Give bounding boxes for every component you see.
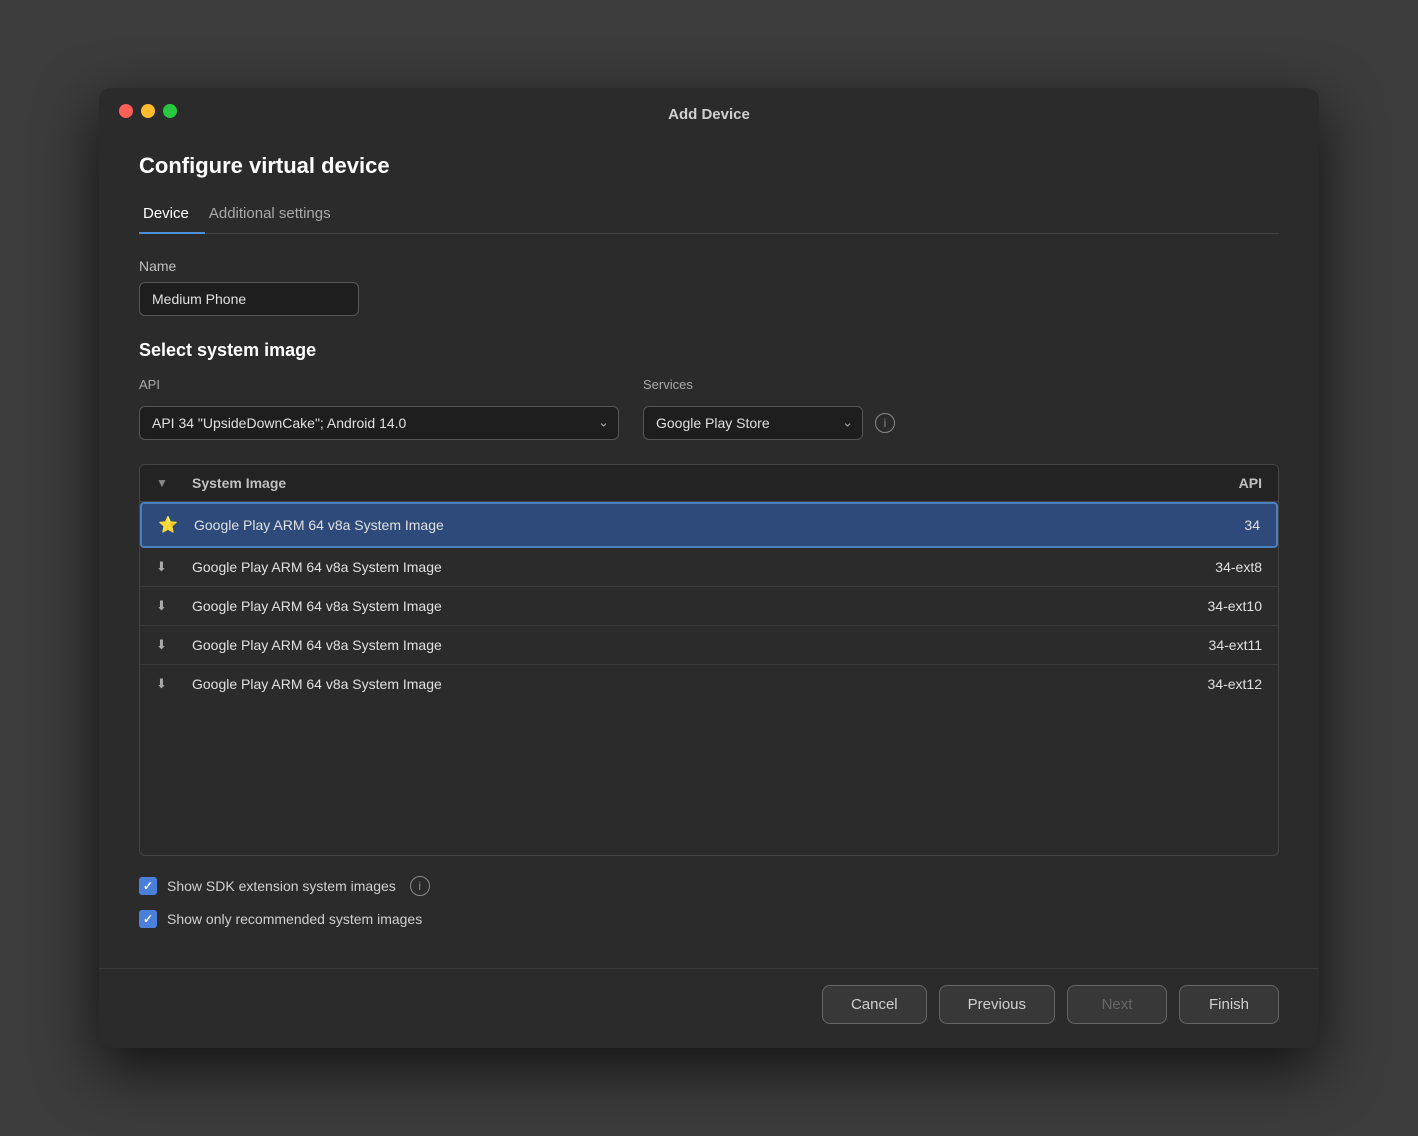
column-system-image: System Image xyxy=(192,475,1142,491)
row-api-value: 34 xyxy=(1140,517,1260,533)
window-controls xyxy=(119,104,177,118)
checkbox-recommended[interactable] xyxy=(139,910,157,928)
column-api: API xyxy=(1142,475,1262,491)
name-input[interactable] xyxy=(139,282,359,316)
sdk-ext-info-icon[interactable]: i xyxy=(410,876,430,896)
checkbox-recommended-label: Show only recommended system images xyxy=(167,911,422,927)
configure-title: Configure virtual device xyxy=(139,153,1279,179)
name-label: Name xyxy=(139,258,1279,274)
table-row[interactable]: ⬇ Google Play ARM 64 v8a System Image 34… xyxy=(140,626,1278,665)
row-api-value: 34-ext8 xyxy=(1142,559,1262,575)
checkboxes-area: Show SDK extension system images i Show … xyxy=(139,876,1279,928)
add-device-dialog: Add Device Configure virtual device Devi… xyxy=(99,88,1319,1048)
table-row[interactable]: ⬇ Google Play ARM 64 v8a System Image 34… xyxy=(140,548,1278,587)
api-selector-group: API API 34 "UpsideDownCake"; Android 14.… xyxy=(139,377,619,440)
api-dropdown-wrapper: API 34 "UpsideDownCake"; Android 14.0 xyxy=(139,406,619,440)
finish-button[interactable]: Finish xyxy=(1179,985,1279,1024)
row-image-name: Google Play ARM 64 v8a System Image xyxy=(194,517,1140,533)
dialog-footer: Cancel Previous Next Finish xyxy=(99,968,1319,1048)
download-icon: ⬇ xyxy=(156,598,192,614)
checkbox-sdk-ext-row: Show SDK extension system images i xyxy=(139,876,1279,896)
download-icon: ⬇ xyxy=(156,676,192,692)
row-image-name: Google Play ARM 64 v8a System Image xyxy=(192,559,1142,575)
tab-device[interactable]: Device xyxy=(139,197,205,234)
row-image-name: Google Play ARM 64 v8a System Image xyxy=(192,637,1142,653)
tab-additional-settings[interactable]: Additional settings xyxy=(205,197,347,234)
services-selector-group: Services Google Play Store i xyxy=(643,377,895,440)
title-bar: Add Device xyxy=(99,88,1319,133)
api-label: API xyxy=(139,377,619,392)
close-button[interactable] xyxy=(119,104,133,118)
table-row[interactable]: ⬇ Google Play ARM 64 v8a System Image 34… xyxy=(140,587,1278,626)
system-image-table: ▼ System Image API ⭐ Google Play ARM 64 … xyxy=(139,464,1279,856)
table-header: ▼ System Image API xyxy=(140,465,1278,502)
previous-button[interactable]: Previous xyxy=(939,985,1055,1024)
row-image-name: Google Play ARM 64 v8a System Image xyxy=(192,676,1142,692)
cancel-button[interactable]: Cancel xyxy=(822,985,927,1024)
table-row[interactable]: ⭐ Google Play ARM 64 v8a System Image 34 xyxy=(140,502,1278,548)
dialog-title: Add Device xyxy=(668,106,750,123)
services-dropdown[interactable]: Google Play Store xyxy=(643,406,863,440)
row-api-value: 34-ext10 xyxy=(1142,598,1262,614)
download-icon: ⬇ xyxy=(156,559,192,575)
services-info-icon[interactable]: i xyxy=(875,413,895,433)
checkbox-sdk-ext-label: Show SDK extension system images xyxy=(167,878,396,894)
services-dropdown-wrapper: Google Play Store xyxy=(643,406,863,440)
table-row[interactable]: ⬇ Google Play ARM 64 v8a System Image 34… xyxy=(140,665,1278,703)
row-image-name: Google Play ARM 64 v8a System Image xyxy=(192,598,1142,614)
checkbox-recommended-row: Show only recommended system images xyxy=(139,910,1279,928)
row-api-value: 34-ext12 xyxy=(1142,676,1262,692)
checkbox-sdk-ext[interactable] xyxy=(139,877,157,895)
download-icon: ⬇ xyxy=(156,637,192,653)
api-dropdown[interactable]: API 34 "UpsideDownCake"; Android 14.0 xyxy=(139,406,619,440)
tabs-container: Device Additional settings xyxy=(139,197,1279,234)
services-label: Services xyxy=(643,377,895,392)
minimize-button[interactable] xyxy=(141,104,155,118)
selectors-row: API API 34 "UpsideDownCake"; Android 14.… xyxy=(139,377,1279,440)
maximize-button[interactable] xyxy=(163,104,177,118)
star-icon: ⭐ xyxy=(158,515,194,535)
next-button: Next xyxy=(1067,985,1167,1024)
system-image-title: Select system image xyxy=(139,340,1279,361)
sort-chevron: ▼ xyxy=(156,476,192,490)
dialog-body: Configure virtual device Device Addition… xyxy=(99,133,1319,968)
row-api-value: 34-ext11 xyxy=(1142,637,1262,653)
